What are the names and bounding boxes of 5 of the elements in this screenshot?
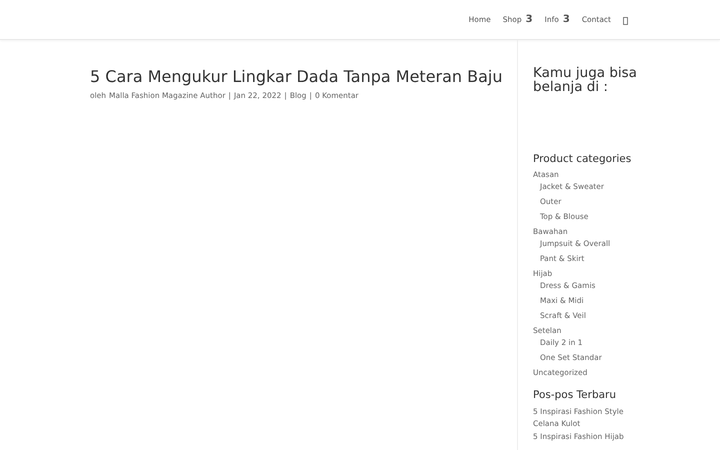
post-title: 5 Cara Mengukur Lingkar Dada Tanpa Meteran Baju: [90, 66, 504, 88]
sidebar-heading: Kamu juga bisa belanja di :: [533, 66, 638, 94]
widget-title: Product categories: [533, 152, 632, 167]
widget-title: Pos-pos Terbaru: [533, 388, 618, 403]
box-icon[interactable]: [623, 17, 628, 25]
